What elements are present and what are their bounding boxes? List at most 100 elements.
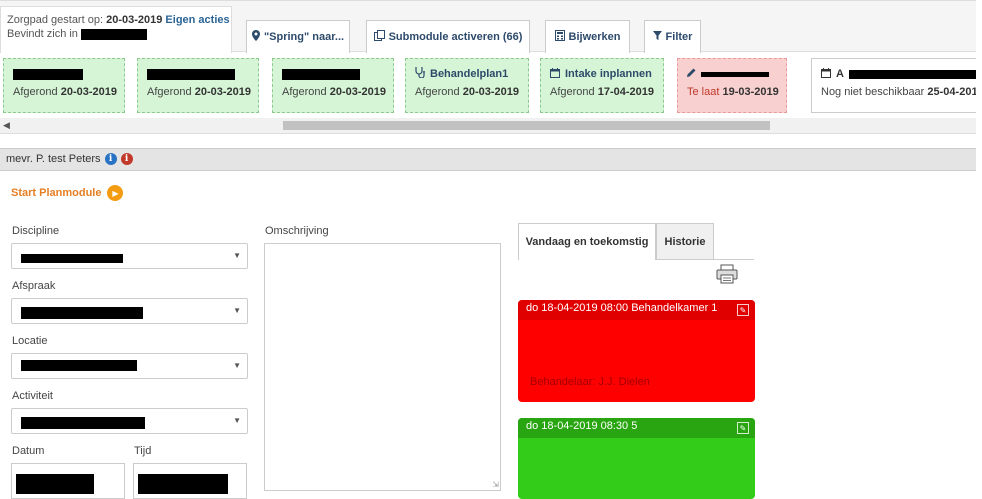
card-status: Afgerond: [147, 86, 192, 98]
module-card-behandelplan[interactable]: Behandelplan1 Afgerond 20-03-2019: [405, 58, 529, 113]
tab-bijwerken-label: Bijwerken: [568, 31, 621, 43]
tab-filter-label: Filter: [665, 31, 693, 43]
calendar-icon: [550, 67, 560, 81]
locatie-select[interactable]: ▼: [11, 353, 248, 379]
tab-vandaag-en-toekomstig[interactable]: Vandaag en toekomstig: [518, 223, 656, 260]
card-status: Nog niet beschikbaar: [821, 86, 925, 98]
patient-name: mevr. P. test Peters: [6, 153, 101, 165]
scroll-left-icon[interactable]: ◀: [3, 120, 10, 131]
tijd-label: Tijd: [134, 445, 152, 457]
activiteit-label: Activiteit: [12, 390, 53, 402]
card-date: 20-03-2019: [462, 86, 519, 98]
redacted-value: [16, 474, 94, 494]
card-date: 17-04-2019: [597, 86, 654, 98]
tab-spring-label: "Spring" naar...: [263, 31, 345, 43]
top-bar: Zorgpad gestart op: 20-03-2019 Eigen act…: [0, 0, 976, 53]
tab-vandaag-label: Vandaag en toekomstig: [525, 236, 649, 248]
card-date: 25-04-2019: [927, 86, 976, 98]
redacted-value: [138, 474, 228, 494]
start-planmodule-button[interactable]: Start Planmodule ▶: [11, 185, 124, 201]
alert-info-icon[interactable]: i: [120, 153, 133, 165]
appointment-card[interactable]: do 18-04-2019 08:30 5 ✎: [518, 418, 755, 499]
module-card-intake[interactable]: Intake inplannen Afgerond 17-04-2019: [540, 58, 664, 113]
card-date: 20-03-2019: [60, 86, 117, 98]
module-card-unavailable[interactable]: A Nog niet beschikbaar 25-04-2019: [811, 58, 976, 113]
card-status: Afgerond: [415, 86, 460, 98]
card-date: 20-03-2019: [194, 86, 251, 98]
chevron-down-icon: ▼: [233, 416, 241, 425]
redacted-title: [701, 71, 769, 77]
module-card[interactable]: Afgerond 20-03-2019: [137, 58, 259, 113]
calculator-icon: [554, 30, 565, 44]
card-title: A: [836, 68, 844, 80]
redacted-location: [81, 28, 147, 40]
afspraak-label: Afspraak: [12, 280, 56, 292]
zorgpad-started-label: Zorgpad gestart op:: [7, 14, 104, 26]
appointment-card[interactable]: do 18-04-2019 08:00 Behandelkamer 1 ✎ Be…: [518, 300, 755, 402]
card-title: Intake inplannen: [565, 68, 652, 80]
scrollbar-thumb[interactable]: [283, 121, 770, 130]
tab-historie-label: Historie: [664, 235, 706, 248]
redacted-value: [21, 360, 137, 371]
tab-spring[interactable]: "Spring" naar...: [246, 20, 350, 53]
print-icon[interactable]: [716, 264, 738, 284]
redacted-value: [21, 417, 145, 429]
start-planmodule-label: Start Planmodule: [11, 187, 102, 199]
tab-filter[interactable]: Filter: [644, 20, 701, 53]
discipline-select[interactable]: ▼: [11, 243, 248, 269]
tab-divider: [714, 259, 754, 260]
play-icon: ▶: [107, 185, 124, 201]
appointment-header: do 18-04-2019 08:00 Behandelkamer 1: [526, 302, 718, 314]
activiteit-select[interactable]: ▼: [11, 408, 248, 434]
card-date: 19-03-2019: [722, 86, 779, 98]
tijd-input[interactable]: [133, 463, 247, 499]
redacted-value: [21, 254, 123, 263]
edit-icon[interactable]: ✎: [737, 304, 749, 316]
locatie-label: Locatie: [12, 335, 48, 347]
discipline-label: Discipline: [12, 225, 60, 237]
resize-grip-icon[interactable]: ⇲: [492, 480, 499, 489]
edit-icon[interactable]: ✎: [737, 422, 749, 434]
omschrijving-textarea[interactable]: ⇲: [264, 243, 501, 491]
omschrijving-label: Omschrijving: [265, 225, 329, 237]
module-card[interactable]: Afgerond 20-03-2019: [272, 58, 394, 113]
card-status: Te laat: [687, 86, 720, 98]
card-status: Afgerond: [13, 86, 58, 98]
appointment-behandelaar: Behandelaar: J.J. Dielen: [530, 376, 650, 388]
card-date: 20-03-2019: [329, 86, 386, 98]
zorgpad-started-date: 20-03-2019: [106, 14, 163, 26]
module-card[interactable]: Afgerond 20-03-2019: [3, 58, 125, 113]
redacted-title: [282, 68, 360, 80]
copy-icon: [373, 30, 385, 44]
redacted-title: [13, 68, 83, 80]
stethoscope-icon: [415, 67, 425, 81]
tab-submodule[interactable]: Submodule activeren (66): [366, 20, 530, 53]
map-marker-icon: [251, 30, 260, 44]
horizontal-scrollbar[interactable]: ◀: [0, 118, 976, 134]
tab-submodule-label: Submodule activeren (66): [388, 31, 523, 43]
module-card-late[interactable]: Te laat 19-03-2019: [677, 58, 787, 113]
redacted-title: [147, 68, 235, 80]
datum-label: Datum: [12, 445, 45, 457]
bevindt-label: Bevindt zich in: [7, 28, 78, 40]
calendar-icon: [821, 67, 831, 81]
patient-bar: mevr. P. test Peters i i: [0, 148, 976, 171]
eigen-acties-link[interactable]: Eigen acties: [165, 14, 229, 26]
chevron-down-icon: ▼: [233, 251, 241, 260]
chevron-down-icon: ▼: [233, 306, 241, 315]
tab-bijwerken[interactable]: Bijwerken: [545, 20, 630, 53]
module-cards: Afgerond 20-03-2019 Afgerond 20-03-2019 …: [0, 52, 976, 118]
info-icon[interactable]: i: [104, 153, 117, 165]
zorgpad-info: Zorgpad gestart op: 20-03-2019 Eigen act…: [0, 6, 232, 53]
chevron-down-icon: ▼: [233, 361, 241, 370]
filter-icon: [652, 31, 662, 43]
afspraak-select[interactable]: ▼: [11, 298, 248, 324]
card-status: Afgerond: [550, 86, 595, 98]
card-status: Afgerond: [282, 86, 327, 98]
redacted-value: [21, 307, 143, 319]
pencil-icon: [687, 68, 696, 80]
datum-input[interactable]: [11, 463, 125, 499]
redacted-title: [848, 69, 976, 79]
card-title: Behandelplan1: [430, 68, 509, 80]
tab-historie[interactable]: Historie: [656, 223, 714, 260]
